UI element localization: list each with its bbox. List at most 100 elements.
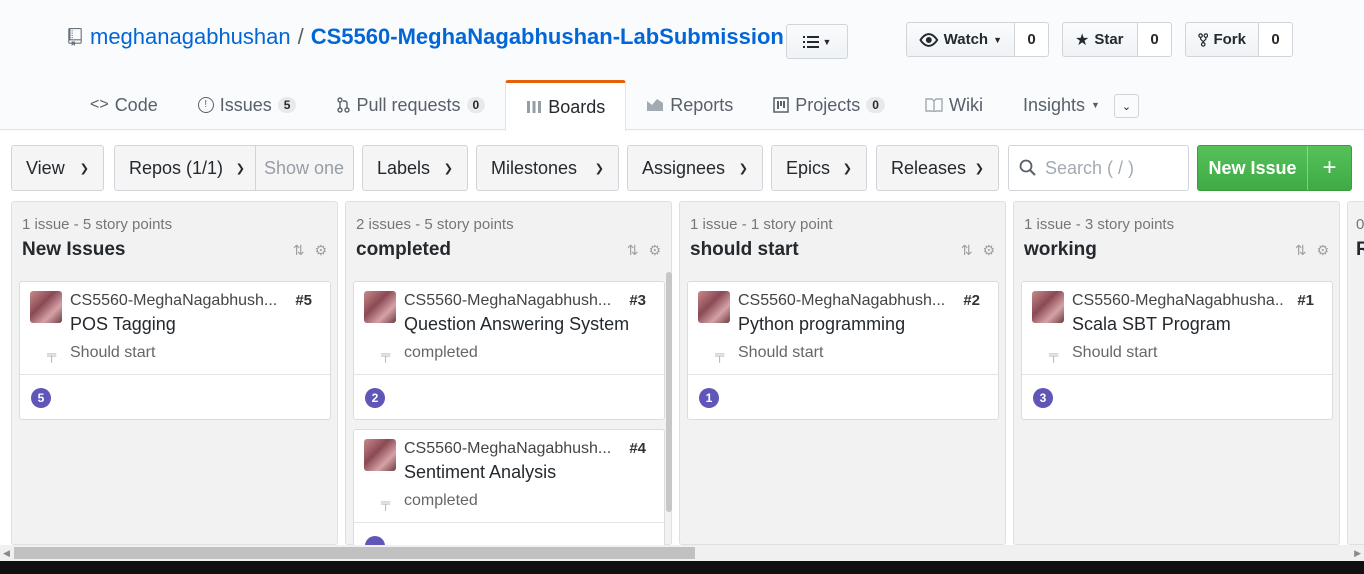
pin-icon: ╤ bbox=[381, 495, 391, 510]
fork-button[interactable]: Fork bbox=[1185, 22, 1259, 57]
tab-reports-label: Reports bbox=[670, 94, 734, 115]
pipeline-name: R bbox=[1356, 239, 1364, 260]
horizontal-scrollbar[interactable]: ◀ ▶ bbox=[0, 545, 1364, 561]
tab-reports[interactable]: Reports bbox=[626, 80, 753, 130]
milestones-dropdown[interactable]: Milestones ❯ bbox=[476, 145, 619, 191]
watch-group: Watch ▼ 0 bbox=[906, 22, 1049, 57]
pin-icon: ╤ bbox=[381, 347, 391, 362]
divider bbox=[20, 374, 330, 375]
nav-more-dropdown[interactable]: ⌄ bbox=[1114, 94, 1139, 118]
story-points: - 5 story points bbox=[415, 216, 514, 233]
avatar bbox=[698, 291, 730, 323]
tab-projects[interactable]: Projects 0 bbox=[753, 80, 905, 130]
new-issue-button[interactable]: New Issue bbox=[1198, 146, 1308, 190]
tab-issues[interactable]: ! Issues 5 bbox=[178, 80, 317, 130]
taskbar bbox=[0, 561, 1364, 574]
scrollbar-thumb[interactable] bbox=[14, 547, 695, 559]
star-label: Star bbox=[1094, 31, 1124, 48]
pipeline-name: should start bbox=[690, 239, 799, 260]
repo-separator: / bbox=[297, 24, 304, 49]
issue-number: #3 bbox=[629, 292, 646, 309]
pipeline-should-start: 1 issue - 1 story point should start ⇅ ⚙ … bbox=[679, 201, 1006, 545]
card-pipeline: Should start bbox=[738, 344, 824, 361]
new-issue-button-group: New Issue + bbox=[1197, 145, 1352, 191]
code-icon: <> bbox=[90, 96, 109, 113]
tab-code[interactable]: <> Code bbox=[70, 80, 178, 130]
scroll-right-icon[interactable]: ▶ bbox=[1354, 548, 1361, 559]
issue-card[interactable]: CS5560-MeghaNagabhush... #5 POS Tagging … bbox=[19, 281, 331, 420]
tab-boards[interactable]: Boards bbox=[505, 80, 627, 131]
story-points: - 1 story point bbox=[741, 216, 833, 233]
labels-dropdown[interactable]: Labels ❯ bbox=[362, 145, 468, 191]
tab-projects-label: Projects bbox=[795, 94, 861, 115]
pin-icon: ╤ bbox=[47, 347, 57, 362]
gear-icon[interactable]: ⚙ bbox=[314, 242, 327, 259]
issue-title[interactable]: Question Answering System bbox=[404, 314, 629, 335]
star-group: ★ Star 0 bbox=[1062, 22, 1172, 57]
sort-icon[interactable]: ⇅ bbox=[293, 242, 305, 259]
search-field[interactable] bbox=[1008, 145, 1189, 191]
pipeline-completed: 2 issues - 5 story points completed ⇅ ⚙ C… bbox=[345, 201, 672, 545]
epics-dropdown[interactable]: Epics ❯ bbox=[771, 145, 867, 191]
scroll-left-icon[interactable]: ◀ bbox=[3, 548, 10, 559]
story-points: - 5 story points bbox=[73, 216, 173, 233]
assignees-dropdown[interactable]: Assignees ❯ bbox=[627, 145, 763, 191]
eye-icon bbox=[919, 32, 939, 47]
issue-title[interactable]: Scala SBT Program bbox=[1072, 314, 1231, 335]
tab-pull-requests[interactable]: Pull requests 0 bbox=[316, 80, 505, 130]
issue-card[interactable]: CS5560-MeghaNagabhush... #4 Sentiment An… bbox=[353, 429, 665, 545]
issue-title[interactable]: Python programming bbox=[738, 314, 905, 335]
boards-icon bbox=[527, 101, 542, 113]
issue-card[interactable]: CS5560-MeghaNagabhush... #2 Python progr… bbox=[687, 281, 999, 420]
assignees-label: Assignees bbox=[642, 157, 726, 178]
tab-insights[interactable]: Insights ▼ bbox=[1003, 80, 1120, 130]
chevron-down-icon: ❯ bbox=[443, 162, 453, 175]
repo-nav: <> Code ! Issues 5 Pull requests 0 Board… bbox=[70, 80, 1120, 131]
fork-count[interactable]: 0 bbox=[1259, 22, 1293, 57]
fork-icon bbox=[1198, 32, 1209, 47]
pipeline-scrollbar[interactable] bbox=[666, 272, 672, 512]
gear-icon[interactable]: ⚙ bbox=[1316, 242, 1329, 259]
card-repo: CS5560-MeghaNagabhush... bbox=[404, 440, 612, 457]
show-one-button[interactable]: Show one bbox=[255, 146, 352, 190]
star-count[interactable]: 0 bbox=[1138, 22, 1172, 57]
repo-menu-button[interactable]: ▼ bbox=[786, 24, 848, 59]
watch-count[interactable]: 0 bbox=[1015, 22, 1049, 57]
plus-icon[interactable]: + bbox=[1308, 146, 1351, 190]
reports-icon bbox=[647, 99, 664, 111]
releases-dropdown[interactable]: Releases ❯ bbox=[876, 145, 999, 191]
chevron-down-icon: ❯ bbox=[738, 162, 748, 175]
estimate-badge: 2 bbox=[365, 388, 385, 408]
pipeline-meta: 1 issue - 1 story point bbox=[690, 216, 833, 233]
watch-button[interactable]: Watch ▼ bbox=[906, 22, 1015, 57]
repo-owner-link[interactable]: meghanagabhushan bbox=[90, 24, 291, 50]
sort-icon[interactable]: ⇅ bbox=[961, 242, 973, 259]
view-dropdown[interactable]: View ❯ bbox=[11, 145, 104, 191]
issue-title[interactable]: Sentiment Analysis bbox=[404, 462, 556, 483]
issue-title[interactable]: POS Tagging bbox=[70, 314, 176, 335]
repo-icon bbox=[68, 28, 82, 46]
issue-card[interactable]: CS5560-MeghaNagabhusha.. #1 Scala SBT Pr… bbox=[1021, 281, 1333, 420]
card-repo: CS5560-MeghaNagabhush... bbox=[404, 292, 612, 309]
avatar bbox=[1032, 291, 1064, 323]
pipeline-name: working bbox=[1024, 239, 1097, 260]
watch-label: Watch bbox=[943, 31, 989, 48]
tab-boards-label: Boards bbox=[548, 96, 606, 117]
sort-icon[interactable]: ⇅ bbox=[1295, 242, 1307, 259]
search-input[interactable] bbox=[1045, 157, 1185, 179]
pipeline-name: New Issues bbox=[22, 239, 126, 260]
gear-icon[interactable]: ⚙ bbox=[648, 242, 661, 259]
star-button[interactable]: ★ Star bbox=[1062, 22, 1138, 57]
issue-count: 2 issues bbox=[356, 216, 412, 233]
card-repo: CS5560-MeghaNagabhush... bbox=[70, 292, 278, 309]
sort-icon[interactable]: ⇅ bbox=[627, 242, 639, 259]
project-icon bbox=[773, 97, 790, 113]
tab-wiki[interactable]: Wiki bbox=[905, 80, 1003, 130]
issue-count: 0 bbox=[1356, 216, 1364, 233]
issue-card[interactable]: CS5560-MeghaNagabhush... #3 Question Ans… bbox=[353, 281, 665, 420]
gear-icon[interactable]: ⚙ bbox=[982, 242, 995, 259]
repos-label: Repos (1/1) bbox=[129, 157, 224, 178]
repo-name-link[interactable]: CS5560-MeghaNagabhushan-LabSubmission bbox=[311, 24, 784, 50]
card-pipeline: Should start bbox=[70, 344, 156, 361]
estimate-badge: 5 bbox=[31, 388, 51, 408]
